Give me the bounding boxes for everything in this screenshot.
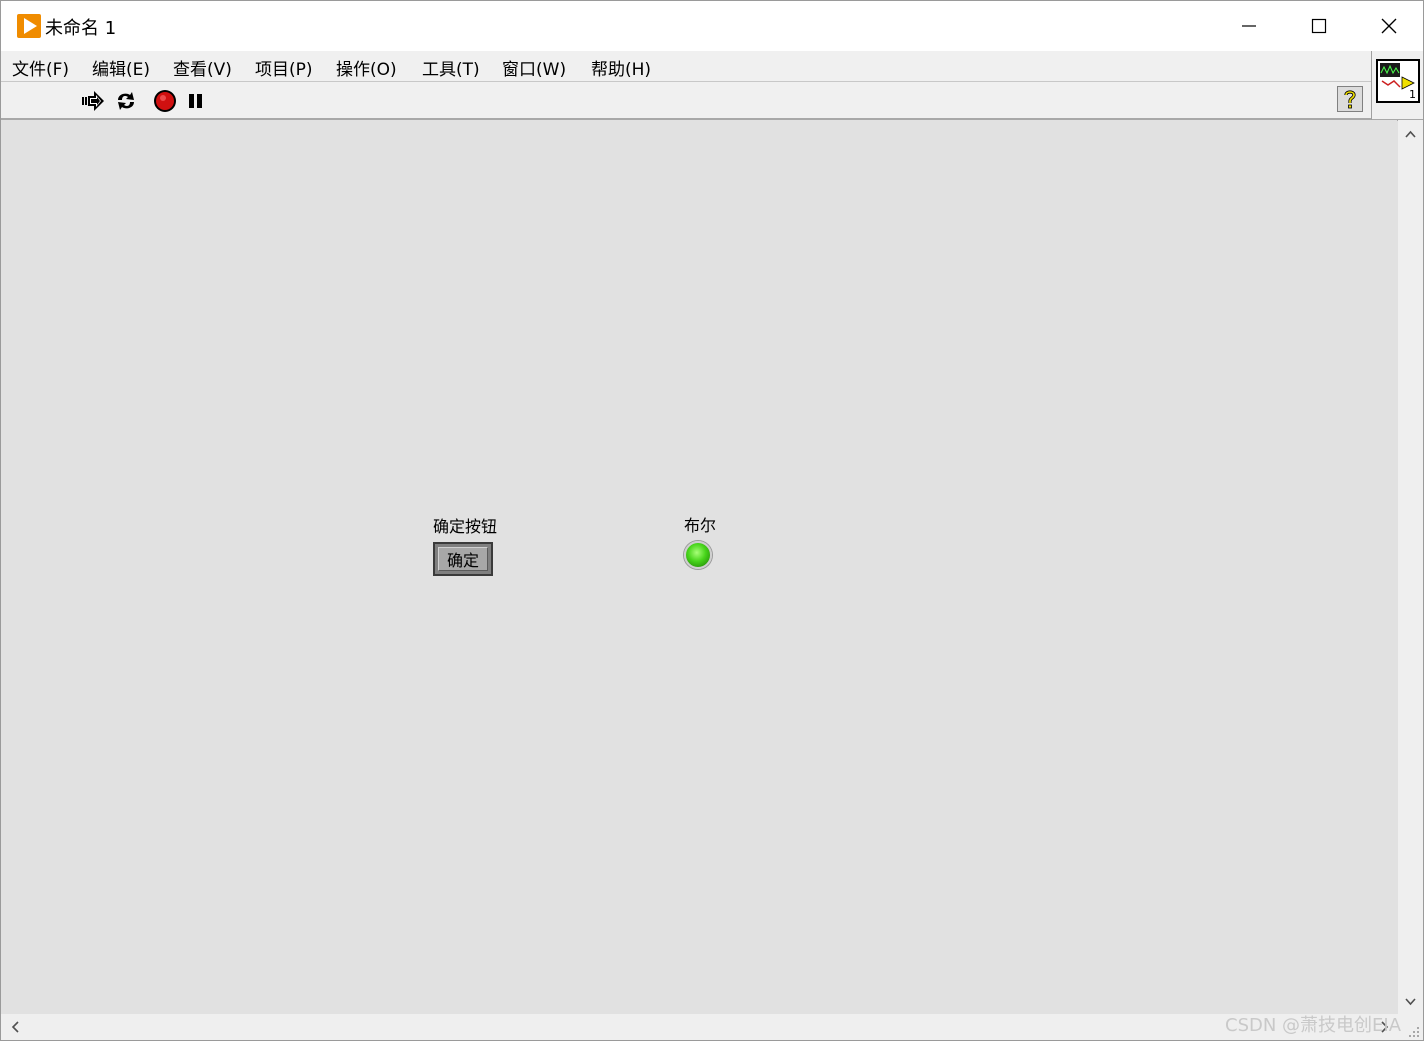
labview-window: 未命名 1 文件(F) 编辑(E) 查看(V) 项目(P) 操作(O) 工具(T… — [0, 0, 1424, 1041]
resize-grip[interactable] — [1398, 1014, 1423, 1040]
scroll-up-icon[interactable] — [1398, 122, 1423, 146]
toolbar — [1, 82, 1371, 120]
context-help-button[interactable] — [1337, 86, 1363, 112]
close-icon — [1381, 18, 1397, 34]
ok-button[interactable]: 确定 — [433, 542, 493, 576]
run-icon[interactable] — [81, 89, 105, 113]
window-title: 未命名 1 — [45, 18, 117, 39]
resize-grip-icon — [1409, 1027, 1419, 1037]
menu-help[interactable]: 帮助(H) — [591, 55, 651, 80]
scroll-left-icon[interactable] — [3, 1014, 27, 1040]
horizontal-scrollbar[interactable] — [1, 1014, 1398, 1040]
minimize-icon — [1242, 25, 1256, 27]
ok-button-text: 确定 — [438, 547, 488, 571]
menu-view[interactable]: 查看(V) — [173, 55, 232, 80]
scroll-down-icon[interactable] — [1398, 990, 1423, 1014]
run-continuously-icon[interactable] — [114, 89, 138, 113]
maximize-button[interactable] — [1284, 1, 1354, 51]
menu-edit[interactable]: 编辑(E) — [92, 55, 150, 80]
pause-icon[interactable] — [184, 89, 208, 113]
minimize-button[interactable] — [1214, 1, 1284, 51]
menu-bar: 文件(F) 编辑(E) 查看(V) 项目(P) 操作(O) 工具(T) 窗口(W… — [1, 51, 1371, 82]
menu-file[interactable]: 文件(F) — [12, 55, 69, 80]
title-bar: 未命名 1 — [1, 1, 1423, 51]
context-help-icon — [1344, 90, 1356, 109]
maximize-icon — [1311, 18, 1327, 34]
labview-run-icon — [17, 14, 41, 38]
boolean-indicator-label: 布尔 — [684, 516, 717, 535]
vi-icon-panel: 1 — [1371, 51, 1423, 121]
vi-icon[interactable]: 1 — [1376, 59, 1420, 103]
close-button[interactable] — [1354, 1, 1423, 51]
menu-operate[interactable]: 操作(O) — [336, 55, 397, 80]
ok-button-label: 确定按钮 — [433, 517, 498, 536]
menu-window[interactable]: 窗口(W) — [502, 55, 566, 80]
boolean-led-indicator — [684, 541, 712, 569]
abort-execution-icon[interactable] — [153, 89, 177, 113]
menu-tools[interactable]: 工具(T) — [422, 55, 480, 80]
watermark: CSDN @萧技电创EIA — [1225, 1015, 1402, 1036]
menu-project[interactable]: 项目(P) — [255, 55, 313, 80]
vertical-scrollbar[interactable] — [1398, 120, 1423, 1014]
vi-icon-number: 1 — [1409, 88, 1416, 101]
